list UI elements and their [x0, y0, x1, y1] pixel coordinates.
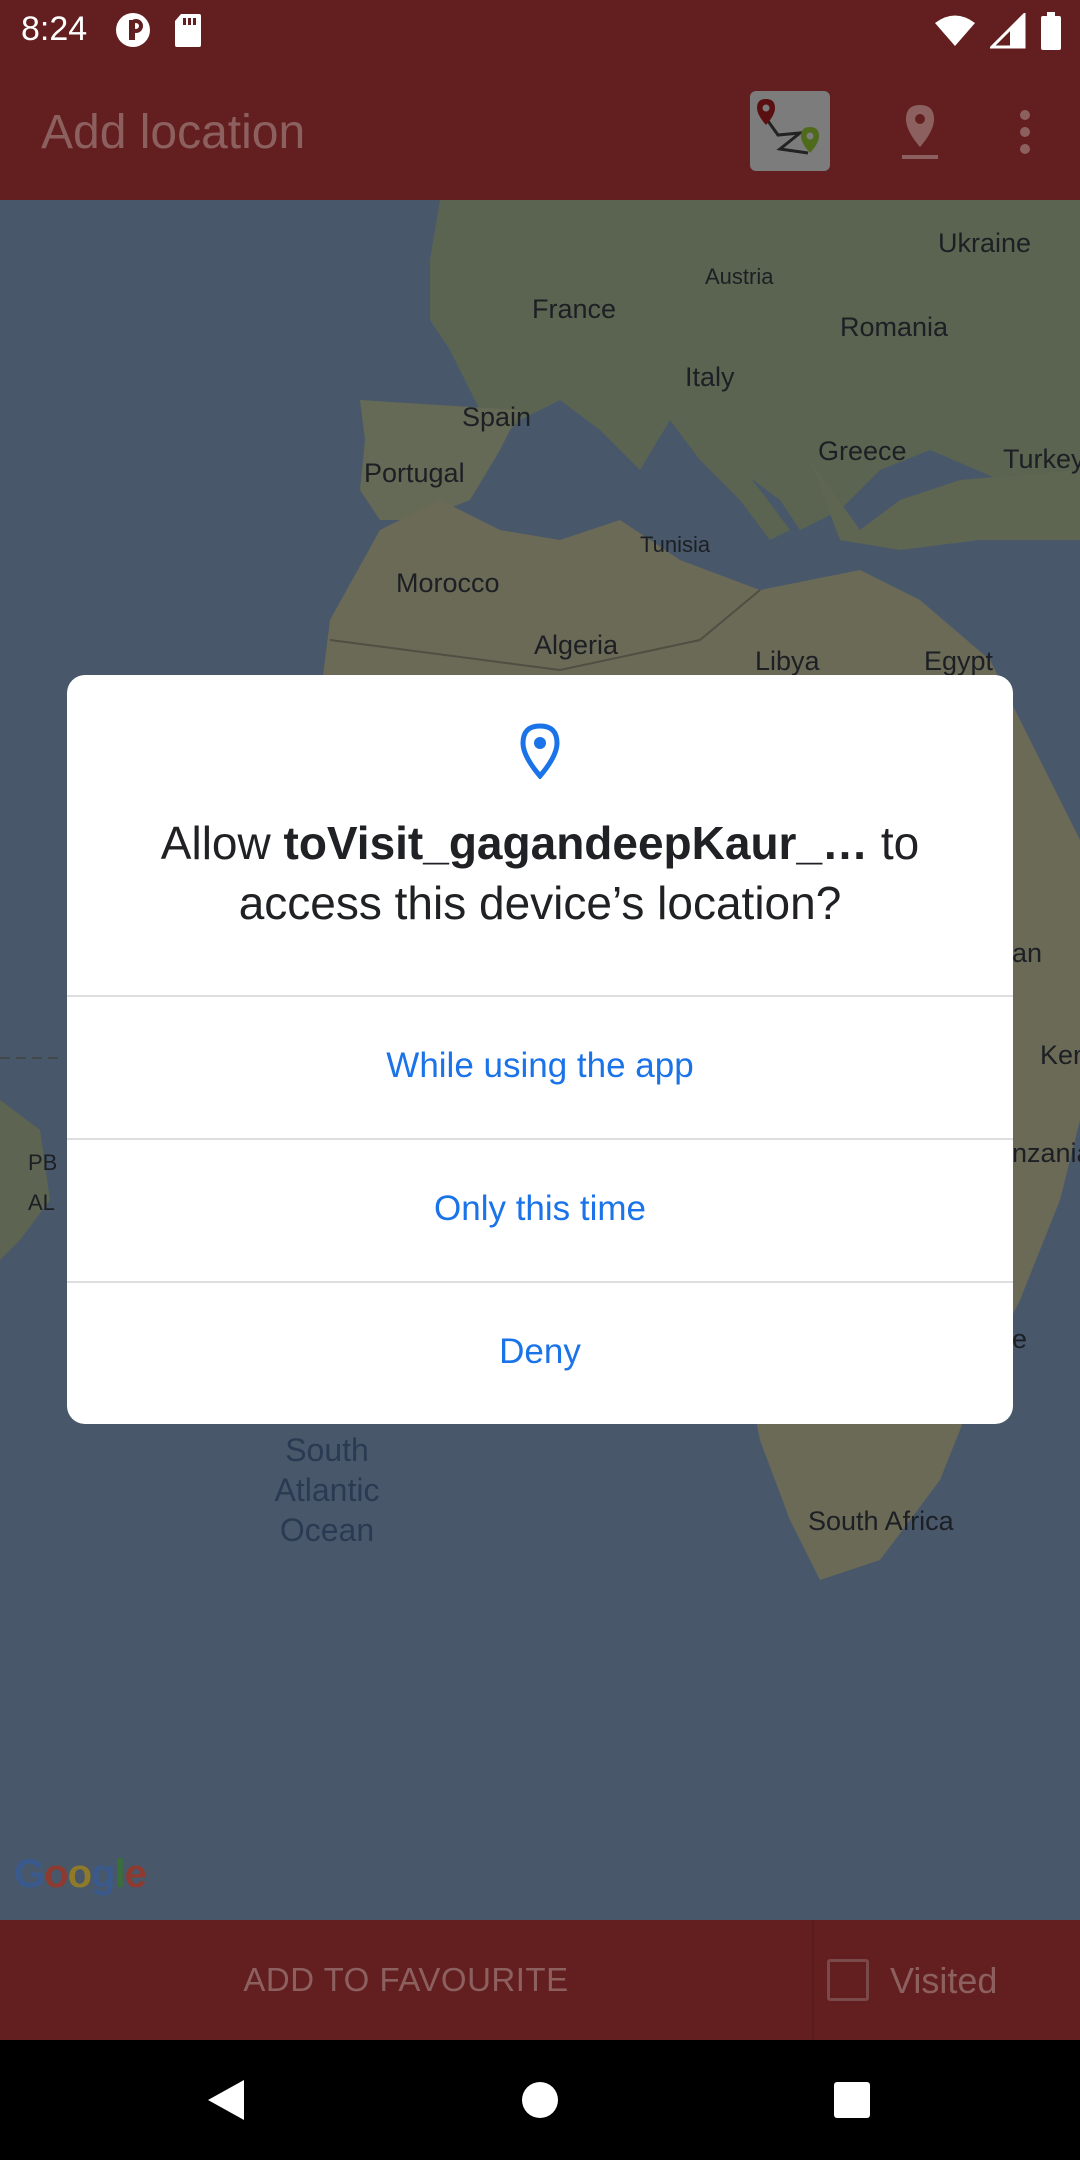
map-label-al: AL [28, 1190, 55, 1215]
home-icon[interactable] [520, 2080, 560, 2120]
recents-icon[interactable] [832, 2080, 872, 2120]
deny-button[interactable]: Deny [67, 1282, 1013, 1422]
map-label-south-africa: South Africa [808, 1506, 954, 1536]
status-time: 8:24 [21, 10, 88, 48]
visited-label: Visited [890, 1960, 998, 2001]
ocean-label-line-2: Atlantic [274, 1472, 380, 1508]
map-label-turkey: Turkey [1003, 444, 1080, 474]
map-label-tunisia: Tunisia [640, 532, 711, 557]
while-using-app-button[interactable]: While using the app [67, 996, 1013, 1136]
status-notification-icons [115, 12, 203, 48]
battery-icon [1041, 12, 1061, 50]
map-label-spain: Spain [462, 402, 532, 432]
map-label-morocco: Morocco [396, 568, 500, 598]
dialog-title: Allow toVisit_gagandeepKaur_… to access … [107, 813, 973, 933]
app-bar: Add location [0, 63, 1080, 200]
status-system-icons [934, 12, 1062, 50]
route-button[interactable] [750, 91, 830, 171]
navigation-bar [0, 2040, 1080, 2160]
cell-signal-icon [990, 13, 1026, 49]
app-notification-icon [116, 13, 150, 47]
bottom-bar-divider [812, 1920, 814, 2040]
overflow-menu-button[interactable] [1010, 107, 1040, 157]
only-this-time-button[interactable]: Only this time [67, 1139, 1013, 1279]
google-logo: Google [14, 1852, 147, 1896]
map-label-partial-e: e [1012, 1324, 1028, 1354]
location-permission-dialog: Allow toVisit_gagandeepKaur_… to access … [67, 675, 1013, 1424]
map-label-france: France [532, 294, 617, 324]
map-label-kenya-partial: Ken [1040, 1040, 1080, 1070]
page-title: Add location [41, 106, 306, 159]
dialog-app-name: toVisit_gagandeepKaur_… [283, 817, 869, 869]
sd-card-icon [175, 14, 201, 47]
route-icon [757, 99, 819, 155]
visited-checkbox[interactable] [827, 1959, 869, 2001]
map-label-italy: Italy [685, 362, 735, 392]
map-label-greece: Greece [818, 436, 907, 466]
add-marker-button[interactable] [896, 103, 944, 163]
wifi-icon [935, 15, 975, 46]
overflow-menu-icon [1020, 110, 1030, 154]
dialog-title-line-2: access this device’s location? [238, 877, 842, 929]
ocean-label-line-3: Ocean [279, 1512, 375, 1548]
map-label-romania: Romania [840, 312, 949, 342]
status-bar: 8:24 [0, 0, 1080, 63]
map-label-algeria: Algeria [534, 630, 619, 660]
bottom-action-bar: ADD TO FAVOURITE Visited [0, 1920, 1080, 2040]
map-label-south-atlantic-ocean: South Atlantic Ocean [262, 1430, 392, 1550]
location-marker-icon [902, 105, 938, 159]
map-label-libya: Libya [755, 646, 820, 676]
map-label-sudan-partial: an [1012, 938, 1043, 968]
map-label-austria: Austria [705, 264, 774, 289]
map-label-egypt: Egypt [924, 646, 994, 676]
map-label-pb: PB [28, 1150, 58, 1175]
dialog-title-prefix: Allow [160, 817, 284, 869]
map-label-ukraine: Ukraine [938, 228, 1032, 258]
dialog-title-suffix: to [868, 817, 920, 869]
add-to-favourite-button[interactable]: ADD TO FAVOURITE [0, 1920, 812, 2040]
back-icon[interactable] [204, 2076, 248, 2124]
map-label-portugal: Portugal [364, 458, 465, 488]
ocean-label-line-1: South [285, 1432, 369, 1468]
map-label-tanzania-partial: nzania [1012, 1138, 1080, 1168]
location-pin-icon [520, 723, 560, 779]
